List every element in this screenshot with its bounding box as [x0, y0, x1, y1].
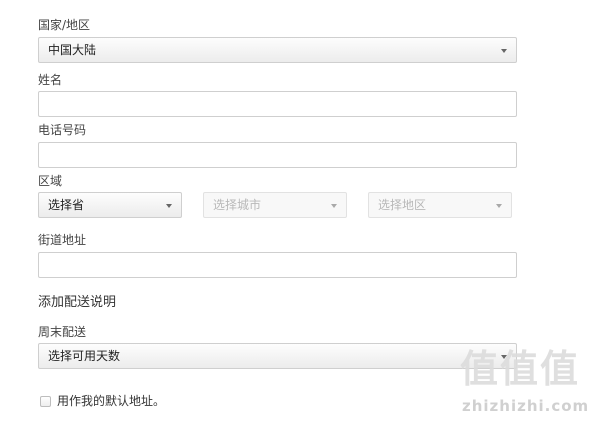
chevron-down-icon: [331, 204, 337, 208]
chevron-down-icon: [496, 204, 502, 208]
district-select[interactable]: 选择地区: [368, 192, 512, 218]
province-select[interactable]: 选择省: [38, 192, 182, 218]
default-address-checkbox[interactable]: [40, 396, 51, 407]
watermark-logo: 值值值: [460, 346, 581, 391]
phone-label: 电话号码: [38, 123, 87, 137]
city-select[interactable]: 选择城市: [203, 192, 347, 218]
default-address-label[interactable]: 用作我的默认地址。: [57, 394, 165, 408]
country-select[interactable]: 中国大陆: [38, 37, 517, 63]
weekend-select[interactable]: 选择可用天数: [38, 343, 517, 369]
street-label: 街道地址: [38, 233, 87, 247]
country-label: 国家/地区: [38, 18, 91, 32]
city-select-value: 选择城市: [213, 198, 262, 212]
name-label: 姓名: [38, 73, 63, 87]
district-select-value: 选择地区: [378, 198, 427, 212]
chevron-down-icon: [501, 49, 507, 53]
province-select-value: 选择省: [48, 198, 85, 212]
delivery-section-title: 添加配送说明: [38, 295, 117, 310]
name-field[interactable]: [38, 91, 517, 117]
chevron-down-icon: [166, 204, 172, 208]
weekend-label: 周末配送: [38, 325, 87, 339]
watermark-url: zhizhizhi.com: [462, 397, 590, 415]
weekend-select-value: 选择可用天数: [48, 349, 121, 363]
street-field[interactable]: [38, 252, 517, 278]
phone-field[interactable]: [38, 142, 517, 168]
region-label: 区域: [38, 174, 63, 188]
country-select-value: 中国大陆: [48, 43, 97, 57]
